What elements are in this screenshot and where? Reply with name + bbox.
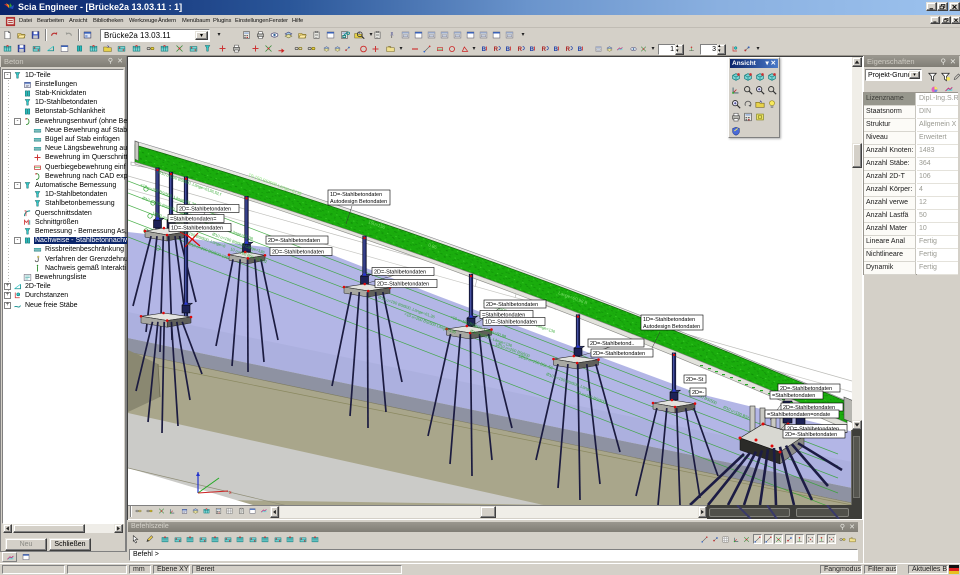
svg-text:1D=-Stahlbetondaten: 1D=-Stahlbetondaten <box>330 192 382 198</box>
svg-text:=Stahlbetondaten=ondate: =Stahlbetondaten=ondate <box>767 412 830 418</box>
svg-text:2D=-: 2D=- <box>692 390 704 396</box>
svg-text:1D=-Stahlbetondaten: 1D=-Stahlbetondaten <box>171 226 223 232</box>
svg-text:2D=-St: 2D=-St <box>686 377 704 383</box>
svg-text:2D=-Stahlbetondaten: 2D=-Stahlbetondaten <box>593 351 645 357</box>
svg-text:2D=-Stahlbetondaten: 2D=-Stahlbetondaten <box>374 270 426 276</box>
svg-text:1D=-Stahlbetondaten: 1D=-Stahlbetondaten <box>643 317 695 323</box>
svg-text:R: R <box>542 47 547 53</box>
svg-text:2D=-Stahlbetond..: 2D=-Stahlbetond.. <box>590 341 635 347</box>
svg-text:R: R <box>494 47 499 53</box>
svg-text:R: R <box>566 47 571 53</box>
svg-text:2D=-Stahlbetondaten: 2D=-Stahlbetondaten <box>377 282 429 288</box>
svg-text:Autodesign Betondaten: Autodesign Betondaten <box>330 199 387 205</box>
svg-text:R: R <box>518 47 523 53</box>
svg-text:1D=-Stahlbetondaten: 1D=-Stahlbetondaten <box>485 320 537 326</box>
svg-text:2D=-Stahlbetondaten: 2D=-Stahlbetondaten <box>272 250 324 256</box>
svg-text:=Stahlbetondaten=: =Stahlbetondaten= <box>170 217 217 223</box>
svg-text:=Stahlbetondaten: =Stahlbetondaten <box>772 393 815 399</box>
svg-text:2D=-Stahlbetondaten: 2D=-Stahlbetondaten <box>486 302 538 308</box>
svg-text:2D=-Stahlbetondaten: 2D=-Stahlbetondaten <box>268 238 320 244</box>
svg-text:2D=-Stahlbetondaten: 2D=-Stahlbetondaten <box>785 432 837 438</box>
svg-text:2D=-Stahlbetondaten: 2D=-Stahlbetondaten <box>179 207 231 213</box>
svg-text:Autodesign Betondaten: Autodesign Betondaten <box>643 324 700 330</box>
